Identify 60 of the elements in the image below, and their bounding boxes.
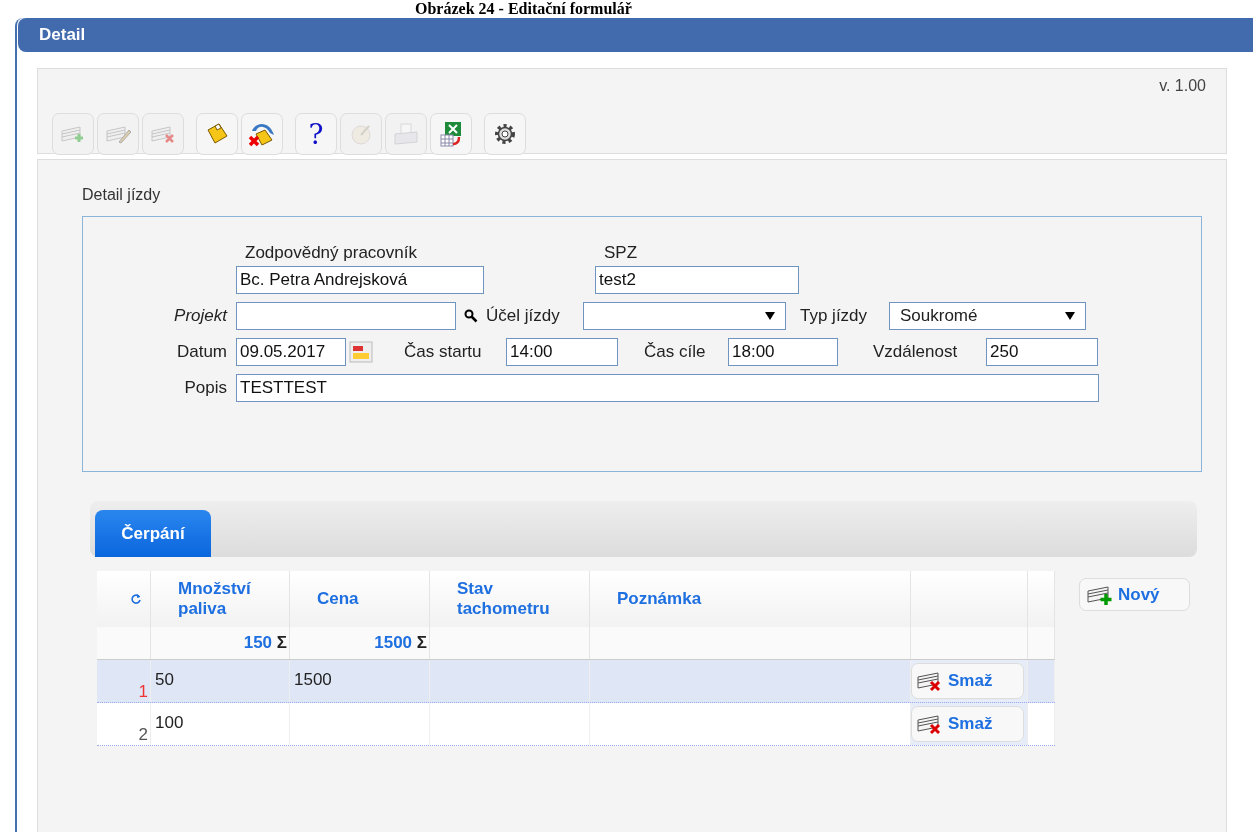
column-header[interactable]: Stav tachometru: [457, 579, 589, 619]
search-icon[interactable]: [464, 309, 478, 323]
settings-icon: [492, 121, 518, 147]
table-row[interactable]: 2 100 Smaž: [97, 703, 1055, 746]
row-number: 2: [138, 725, 148, 745]
column-sum: 150 Σ: [243, 633, 287, 652]
section-title: Detail jízdy: [82, 186, 162, 204]
end-time-field[interactable]: 18:00: [728, 338, 838, 366]
start-time-field[interactable]: 14:00: [506, 338, 618, 366]
purpose-dropdown[interactable]: [583, 302, 786, 330]
field-label: Projekt: [173, 306, 227, 326]
field-label: Čas cíle: [644, 342, 707, 362]
table-pencil-icon: [105, 124, 131, 144]
distance-field[interactable]: 250: [986, 338, 1098, 366]
printer-icon: [393, 122, 419, 146]
dropdown-arrow-icon: [765, 312, 775, 320]
undo-arrow-icon: [248, 121, 276, 147]
row-number: 1: [138, 682, 148, 702]
column-sum: 1500 Σ: [374, 633, 427, 652]
new-button[interactable]: Nový: [1079, 578, 1190, 611]
column-header[interactable]: Cena: [317, 589, 359, 609]
column-header[interactable]: Množství paliva: [178, 579, 289, 619]
help-button[interactable]: ?: [295, 113, 337, 155]
spz-field[interactable]: test2: [595, 266, 799, 294]
refresh-icon[interactable]: [130, 593, 142, 605]
description-field[interactable]: TESTTEST: [236, 374, 1099, 402]
field-label: Typ jízdy: [800, 306, 869, 326]
table-plus-icon: [60, 124, 86, 144]
column-header[interactable]: Poznámka: [617, 589, 702, 609]
delete-row-button[interactable]: Smaž: [911, 663, 1024, 699]
export-button[interactable]: [430, 113, 472, 155]
date-field[interactable]: 09.05.2017: [236, 338, 346, 366]
field-label: Popis: [183, 378, 227, 398]
field-label: Datum: [175, 342, 227, 362]
field-label: Čas startu: [404, 342, 483, 362]
dropdown-value: Soukromé: [900, 306, 978, 326]
pie-chart-icon: [349, 122, 373, 146]
trip-type-dropdown[interactable]: Soukromé: [889, 302, 1086, 330]
project-field[interactable]: [236, 302, 456, 330]
figure-caption: Obrázek 24 - Editační formulář: [415, 0, 632, 18]
table-cell: 50: [155, 670, 174, 689]
version-label: v. 1.00: [1159, 77, 1206, 95]
cancel-button[interactable]: [241, 113, 283, 155]
spreadsheet-icon: [439, 121, 463, 147]
calendar-icon[interactable]: [349, 341, 373, 363]
field-label: SPZ: [604, 243, 638, 264]
field-label: Zodpovědný pracovník: [245, 243, 418, 264]
field-label: Vzdálenost: [873, 342, 959, 362]
settings-button[interactable]: [484, 113, 526, 155]
field-label: Účel jízdy: [486, 306, 561, 326]
table-x-icon: [150, 124, 176, 144]
dropdown-arrow-icon: [1065, 312, 1075, 320]
table-cell: 100: [155, 713, 184, 732]
delete-row-button[interactable]: Smaž: [911, 706, 1024, 742]
worker-field[interactable]: Bc. Petra Andrejsková: [236, 266, 484, 294]
table-cell: 1500: [294, 670, 332, 689]
save-button[interactable]: [196, 113, 238, 155]
window-title: Detail: [39, 25, 86, 45]
tab[interactable]: Čerpání: [95, 510, 211, 557]
table-row[interactable]: 1 50 1500 Smaž: [97, 660, 1055, 703]
